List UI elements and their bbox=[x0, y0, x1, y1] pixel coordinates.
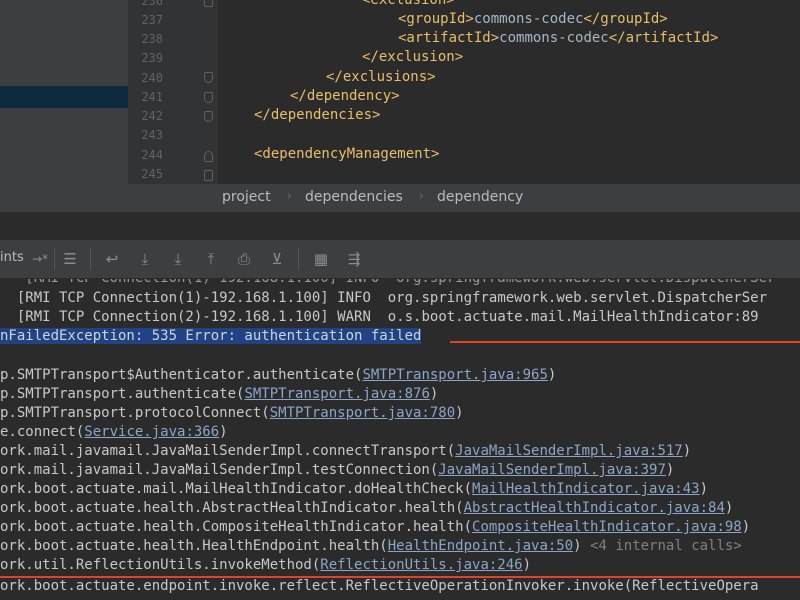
line-number: 240 bbox=[141, 71, 163, 85]
chevron-right-icon: › bbox=[419, 189, 424, 203]
settings-icon[interactable]: ⇶ bbox=[344, 249, 364, 269]
stack-line: ork.mail.javamail.JavaMailSenderImpl.tes… bbox=[0, 462, 675, 478]
exception-line[interactable]: nFailedException: 535 Error: authenticat… bbox=[0, 328, 422, 344]
line-number: 239 bbox=[141, 51, 163, 65]
code-line: </exclusion> bbox=[362, 49, 464, 65]
source-link[interactable]: SMTPTransport.java:780 bbox=[270, 405, 455, 421]
breadcrumb-item-dependency[interactable]: dependency bbox=[437, 189, 523, 205]
source-link[interactable]: MailHealthIndicator.java:43 bbox=[472, 481, 700, 497]
fold-marker-icon[interactable] bbox=[204, 111, 213, 122]
toolbar-separator bbox=[90, 248, 91, 270]
line-number: 241 bbox=[141, 90, 163, 104]
print-icon[interactable]: ⎙ bbox=[234, 249, 254, 269]
stack-line: ork.mail.javamail.JavaMailSenderImpl.con… bbox=[0, 443, 692, 459]
fold-marker-icon[interactable] bbox=[204, 92, 213, 103]
stack-line: p.SMTPTransport$Authenticator.authentica… bbox=[0, 367, 557, 383]
filter-icon[interactable]: ⊻ bbox=[267, 249, 287, 269]
breadcrumb-item-project[interactable]: project bbox=[222, 189, 271, 205]
source-link[interactable]: JavaMailSenderImpl.java:517 bbox=[455, 443, 683, 459]
stack-line: ork.util.ReflectionUtils.invokeMethod(Re… bbox=[0, 557, 532, 573]
highlight-border-top bbox=[450, 341, 800, 343]
fold-marker-icon[interactable] bbox=[204, 0, 213, 7]
chevron-right-icon: › bbox=[287, 189, 292, 203]
fold-marker-icon[interactable] bbox=[204, 151, 213, 162]
line-number: 243 bbox=[141, 128, 163, 142]
stack-line: e.connect(Service.java:366) bbox=[0, 424, 228, 440]
project-selected-row[interactable] bbox=[0, 86, 128, 108]
line-number: 242 bbox=[141, 109, 163, 123]
scroll-down-icon[interactable]: ⤓ bbox=[135, 249, 155, 269]
down-to-bottom-icon[interactable]: ⤓ bbox=[168, 249, 188, 269]
selected-text: nFailedException: 535 Error: authenticat… bbox=[0, 328, 422, 344]
line-number: 237 bbox=[141, 13, 163, 27]
stack-line: ork.boot.actuate.mail.MailHealthIndicato… bbox=[0, 481, 709, 497]
log-line: [RMI TCP Connection(1)-192.168.1.100] IN… bbox=[16, 290, 768, 306]
stack-line: ork.boot.actuate.health.CompositeHealthI… bbox=[0, 519, 751, 535]
run-toolbar: ints →* ☰ ↩ ⤓ ⤓ ⤒ ⎙ ⊻ ▦ ⇶ bbox=[0, 240, 800, 279]
line-number: 244 bbox=[141, 148, 163, 162]
code-line: </dependency> bbox=[290, 88, 400, 104]
soft-wrap-icon[interactable]: ↩ bbox=[102, 249, 122, 269]
table-icon[interactable]: ▦ bbox=[311, 249, 331, 269]
code-line: </exclusions> bbox=[326, 69, 436, 85]
stack-line: ork.boot.actuate.endpoint.invoke.reflect… bbox=[0, 578, 759, 594]
code-line: <exclusion> bbox=[362, 0, 455, 8]
code-line: </dependencies> bbox=[254, 107, 381, 123]
source-link[interactable]: SMTPTransport.java:965 bbox=[362, 367, 547, 383]
code-editor[interactable]: 236 237 238 239 240 241 242 243 244 245 … bbox=[0, 0, 800, 184]
run-tab-label[interactable]: ints bbox=[0, 250, 24, 265]
source-link[interactable]: CompositeHealthIndicator.java:98 bbox=[472, 519, 742, 535]
code-line: <dependencyManagement> bbox=[254, 146, 440, 162]
panel-divider bbox=[0, 212, 800, 240]
log-line: [RMI TCP Connection(2)-192.168.1.100] WA… bbox=[16, 309, 759, 325]
pin-icon[interactable]: →* bbox=[30, 249, 50, 269]
project-tool-window bbox=[0, 0, 128, 184]
stack-line: p.SMTPTransport.protocolConnect(SMTPTran… bbox=[0, 405, 464, 421]
stack-line: p.SMTPTransport.authenticate(SMTPTranspo… bbox=[0, 386, 439, 402]
source-link[interactable]: ReflectionUtils.java:246 bbox=[320, 557, 522, 573]
line-number: 238 bbox=[141, 32, 163, 46]
code-line: <groupId>commons-codec</groupId> bbox=[398, 11, 668, 27]
stack-line: ork.boot.actuate.health.HealthEndpoint.h… bbox=[0, 538, 742, 554]
log-line-clipped: [RMI TCP Connection(1)-192.168.1.100] IN… bbox=[0, 279, 775, 286]
source-link[interactable]: AbstractHealthIndicator.java:84 bbox=[464, 500, 725, 516]
toolbar-separator bbox=[54, 248, 55, 270]
internal-calls-fold[interactable]: <4 internal calls> bbox=[590, 538, 742, 554]
fold-marker-icon[interactable] bbox=[204, 72, 213, 83]
console-output[interactable]: [RMI TCP Connection(1)-192.168.1.100] IN… bbox=[0, 279, 800, 600]
toolbar-separator bbox=[298, 248, 299, 270]
breadcrumb-item-dependencies[interactable]: dependencies bbox=[305, 189, 403, 205]
stack-line: ork.boot.actuate.health.AbstractHealthIn… bbox=[0, 500, 734, 516]
line-number: 236 bbox=[141, 0, 163, 8]
source-link[interactable]: SMTPTransport.java:876 bbox=[244, 386, 429, 402]
code-line: <artifactId>commons-codec</artifactId> bbox=[398, 30, 719, 46]
source-link[interactable]: JavaMailSenderImpl.java:397 bbox=[438, 462, 666, 478]
line-number: 245 bbox=[141, 167, 163, 181]
source-link[interactable]: HealthEndpoint.java:50 bbox=[388, 538, 573, 554]
breadcrumb: project › dependencies › dependency bbox=[0, 184, 800, 212]
scroll-to-end-icon[interactable]: ☰ bbox=[60, 249, 80, 269]
up-icon[interactable]: ⤒ bbox=[201, 249, 221, 269]
fold-marker-icon[interactable] bbox=[204, 170, 213, 181]
source-link[interactable]: Service.java:366 bbox=[84, 424, 219, 440]
